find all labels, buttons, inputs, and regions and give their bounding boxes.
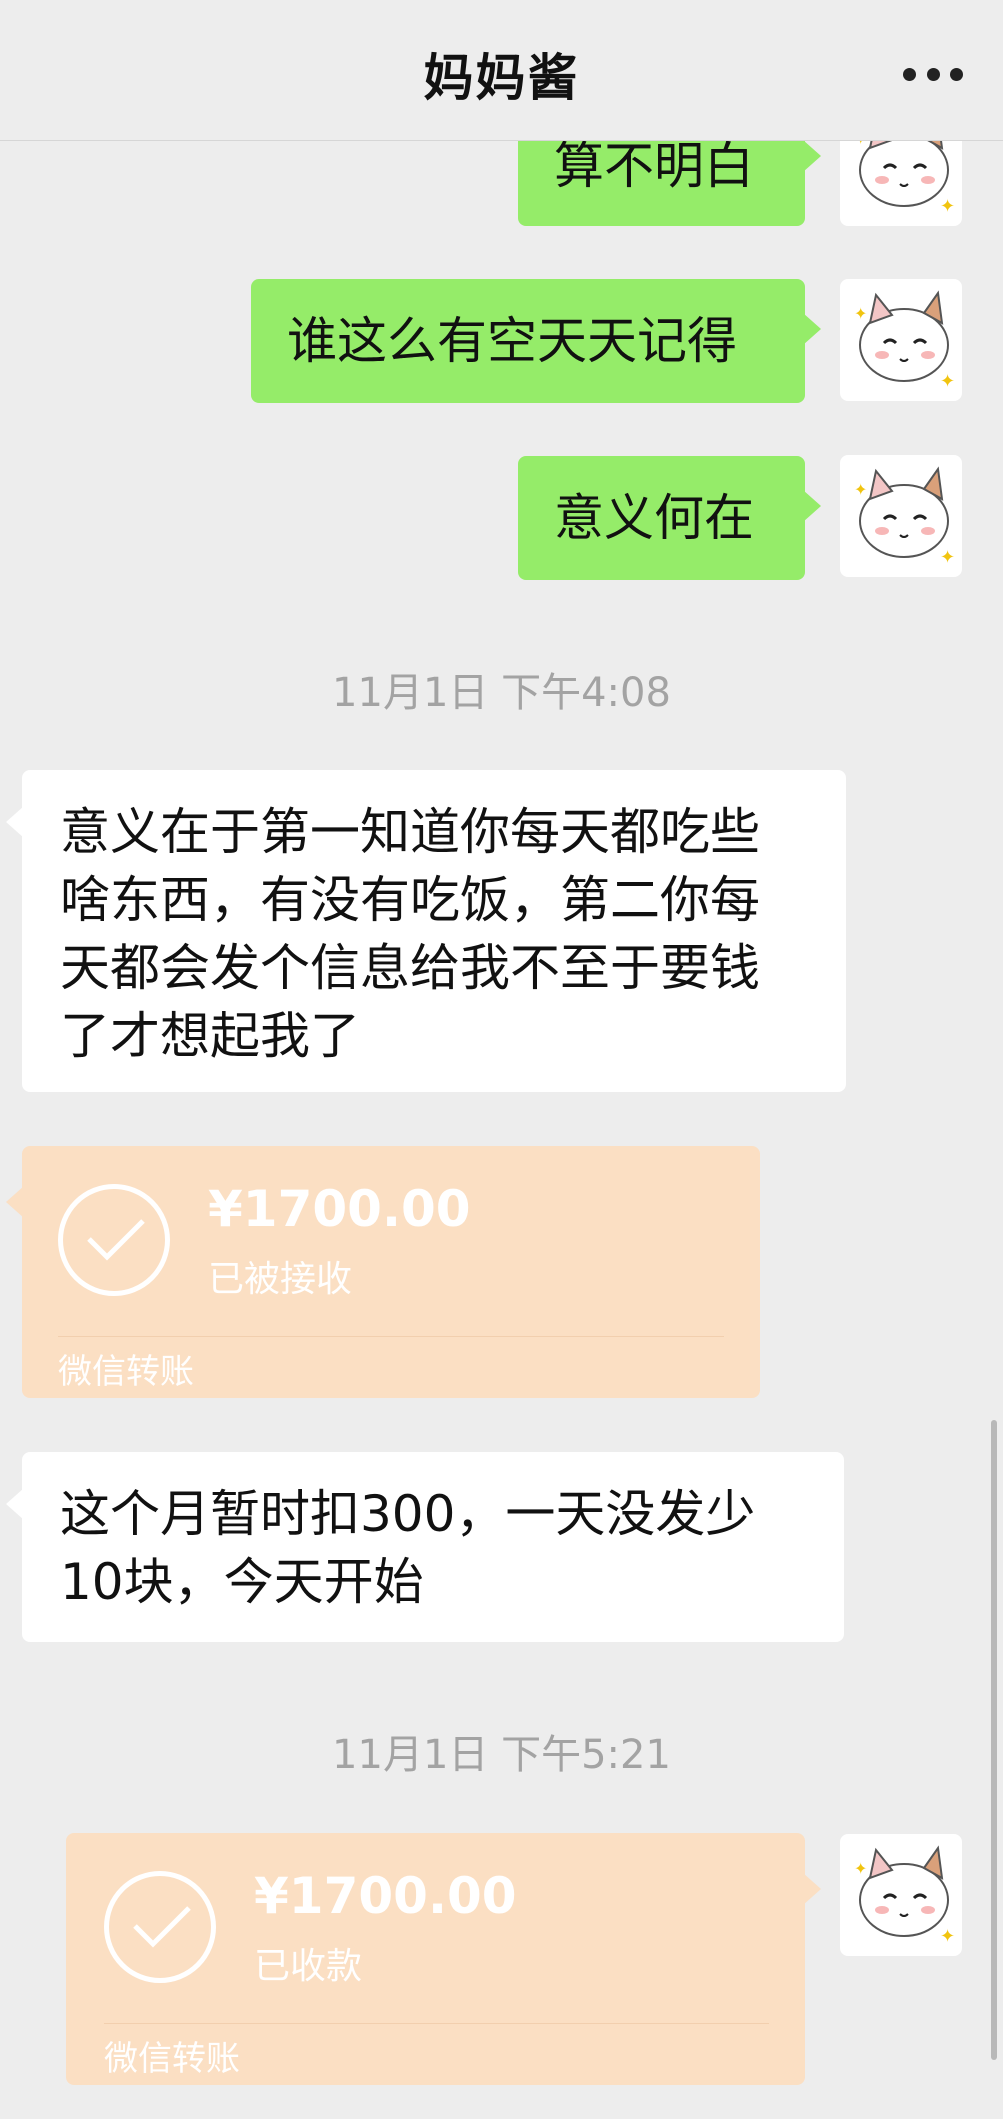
cartoon-cat-avatar-icon: ✦ ✦ <box>854 290 955 392</box>
wechat-transfer-card[interactable]: ¥1700.00 已收款 微信转账 <box>66 1833 821 2085</box>
dot <box>950 67 963 81</box>
check-circle-icon <box>104 1871 216 1983</box>
received-message-bubble[interactable]: 这个月暂时扣300，一天没发少 10块，今天开始 <box>6 1452 844 1642</box>
svg-text:✦: ✦ <box>940 547 955 568</box>
message-text-line: 10块，今天开始 <box>60 1553 424 1611</box>
message-text-line: 啥东西，有没有吃饭，第二你每 <box>60 871 760 929</box>
message-text-line: 了才想起我了 <box>60 1007 360 1065</box>
chat-scrollbar[interactable] <box>991 1420 997 2060</box>
check-circle-icon <box>58 1184 170 1296</box>
chat-title: 妈妈酱 <box>423 49 580 107</box>
dot <box>926 67 940 81</box>
message-text-line: 天都会发个信息给我不至于要钱 <box>60 939 760 997</box>
transfer-divider <box>104 2023 769 2024</box>
user-avatar[interactable]: ✦ ✦ <box>840 455 962 577</box>
message-timestamp: 11月1日 下午4:08 <box>332 670 671 716</box>
transfer-divider <box>58 1336 724 1337</box>
message-timestamp: 11月1日 下午5:21 <box>332 1732 671 1778</box>
sent-message-bubble[interactable]: 谁这么有空天天记得 <box>251 279 821 403</box>
message-text: 谁这么有空天天记得 <box>287 312 737 370</box>
cartoon-cat-avatar-icon: ✦ ✦ <box>854 1845 955 1947</box>
transfer-amount: ¥1700.00 <box>254 1867 517 1925</box>
svg-text:✦: ✦ <box>940 1926 955 1947</box>
message-text: 算不明白 <box>554 137 754 195</box>
message-text-line: 这个月暂时扣300，一天没发少 <box>60 1485 756 1543</box>
chat-header: 妈妈酱 <box>0 0 1003 141</box>
sent-message-bubble[interactable]: 意义何在 <box>518 456 821 580</box>
dot <box>903 67 916 81</box>
svg-text:✦: ✦ <box>940 371 955 392</box>
svg-text:✦: ✦ <box>940 196 955 217</box>
message-text: 意义何在 <box>554 489 754 547</box>
svg-text:✦: ✦ <box>854 304 867 323</box>
svg-text:✦: ✦ <box>854 1859 867 1878</box>
received-message-bubble[interactable]: 意义在于第一知道你每天都吃些 啥东西，有没有吃饭，第二你每 天都会发个信息给我不… <box>6 770 846 1092</box>
transfer-status: 已被接收 <box>208 1259 353 1300</box>
cartoon-cat-avatar-icon: ✦ ✦ <box>854 466 955 568</box>
wechat-transfer-card[interactable]: ¥1700.00 已被接收 微信转账 <box>6 1146 760 1398</box>
chat-area[interactable]: 算不明白 ✦ ✦ 谁这么有空天天记得 ✦ ✦ <box>0 0 1003 2119</box>
transfer-amount: ¥1700.00 <box>208 1180 471 1238</box>
message-text-line: 意义在于第一知道你每天都吃些 <box>60 803 760 861</box>
transfer-footer-label: 微信转账 <box>58 1352 194 1392</box>
svg-text:✦: ✦ <box>854 480 867 499</box>
transfer-footer-label: 微信转账 <box>104 2039 240 2079</box>
user-avatar[interactable]: ✦ ✦ <box>840 1834 962 1956</box>
more-dots-icon[interactable] <box>903 66 963 82</box>
user-avatar[interactable]: ✦ ✦ <box>840 279 962 401</box>
transfer-status: 已收款 <box>254 1946 363 1987</box>
